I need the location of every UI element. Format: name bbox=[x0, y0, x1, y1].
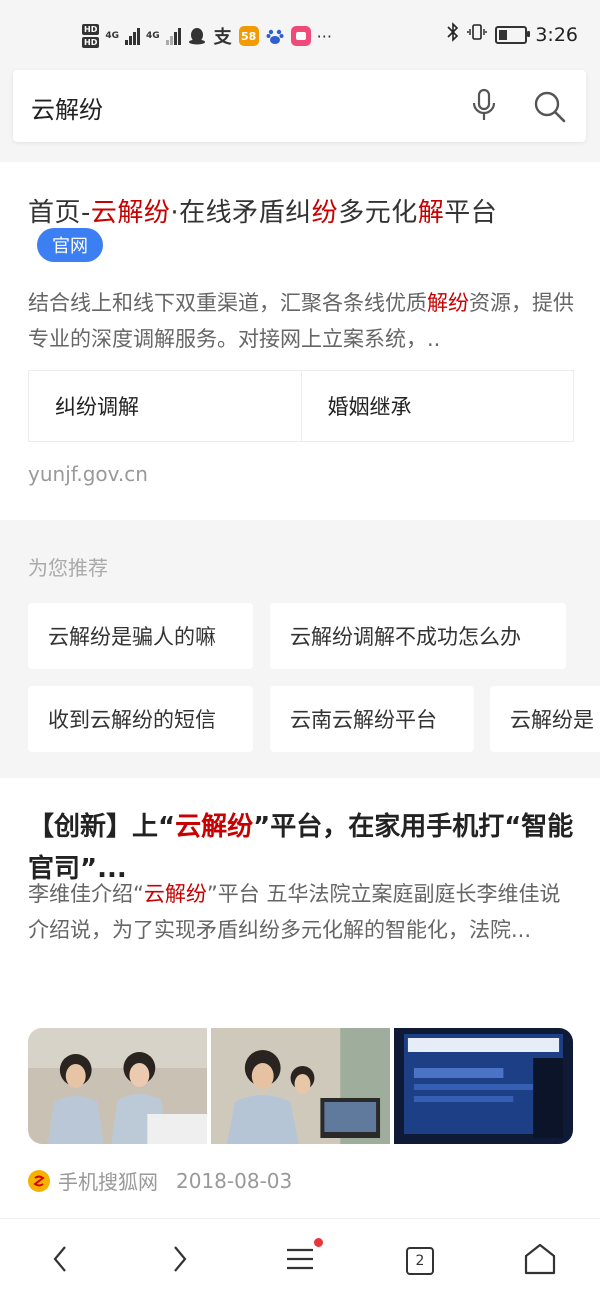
news-photo-officers[interactable] bbox=[28, 1028, 207, 1144]
news-photo-desk[interactable] bbox=[211, 1028, 390, 1144]
title-segment[interactable]: 多元化 bbox=[338, 198, 418, 228]
sitelink-dispute-mediation[interactable]: 纠纷调解 bbox=[29, 371, 301, 441]
tabs-button[interactable]: 2 bbox=[398, 1239, 442, 1283]
baidu-icon bbox=[265, 26, 285, 46]
sohu-logo-icon bbox=[28, 1169, 50, 1192]
network-type-2: 4G bbox=[146, 31, 160, 41]
qq-icon bbox=[187, 26, 207, 46]
status-left: HD HD 4G 4G 支 58 ··· bbox=[82, 18, 332, 54]
hd-indicator: HD HD bbox=[82, 24, 100, 48]
hd2-label: HD bbox=[82, 37, 100, 48]
app-icon bbox=[290, 26, 311, 46]
signal-icon bbox=[125, 27, 140, 45]
title-highlight[interactable]: 云解纷 bbox=[175, 812, 253, 842]
recommend-chip[interactable]: 云南云解纷平台 bbox=[270, 686, 474, 752]
tabs-icon: 2 bbox=[406, 1247, 434, 1275]
bottom-navigation: 2 bbox=[0, 1218, 600, 1301]
sitelink-marriage-inheritance[interactable]: 婚姻继承 bbox=[300, 371, 574, 441]
home-button[interactable] bbox=[518, 1239, 562, 1283]
back-icon bbox=[50, 1244, 70, 1278]
news-photo-screen[interactable] bbox=[394, 1028, 573, 1144]
title-segment[interactable]: 平台 bbox=[444, 198, 497, 228]
sitelinks: 纠纷调解 婚姻继承 bbox=[28, 370, 574, 442]
snippet-segment: 结合线上和线下双重渠道，汇聚各条线优质 bbox=[28, 291, 427, 315]
title-segment[interactable]: ·在线矛盾纠 bbox=[170, 198, 311, 228]
news-image-strip[interactable] bbox=[28, 1028, 573, 1144]
bluetooth-icon bbox=[447, 22, 459, 47]
source-name[interactable]: 手机搜狐网 bbox=[58, 1166, 158, 1195]
back-button[interactable] bbox=[38, 1239, 82, 1283]
title-highlight[interactable]: 解 bbox=[418, 198, 445, 228]
news-source: 手机搜狐网 2018-08-03 bbox=[28, 1166, 292, 1195]
58-icon: 58 bbox=[238, 26, 259, 46]
title-highlight[interactable]: 云解纷 bbox=[91, 198, 171, 228]
notification-dot bbox=[314, 1238, 323, 1247]
forward-icon bbox=[170, 1244, 190, 1278]
alipay-icon: 支 bbox=[213, 27, 232, 48]
menu-icon bbox=[285, 1238, 323, 1276]
news-snippet: 李维佳介绍“云解纷”平台 五华法院立案庭副庭长李维佳说介绍说，为了实现矛盾纠纷多… bbox=[28, 876, 576, 948]
publish-date: 2018-08-03 bbox=[176, 1168, 293, 1193]
search-box[interactable]: 云解纷 bbox=[13, 70, 586, 142]
menu-button[interactable] bbox=[278, 1238, 323, 1283]
official-site-badge: 官网 bbox=[37, 228, 103, 262]
forward-button[interactable] bbox=[158, 1239, 202, 1283]
tab-count: 2 bbox=[415, 1253, 425, 1269]
result-title[interactable]: 首页-云解纷·在线矛盾纠纷多元化解平台 bbox=[28, 192, 497, 229]
snippet-highlight: 云解纷 bbox=[143, 882, 207, 906]
recommend-chip[interactable]: 云解纷是骗人的嘛 bbox=[28, 603, 253, 669]
title-highlight[interactable]: 纷 bbox=[312, 198, 339, 228]
signal-icon bbox=[165, 27, 181, 45]
recommend-chip[interactable]: 云解纷调解不成功怎么办 bbox=[270, 603, 566, 669]
clock: 3:26 bbox=[535, 23, 578, 46]
title-segment[interactable]: 【创新】上“ bbox=[28, 812, 175, 842]
search-icon[interactable] bbox=[533, 90, 567, 128]
more-notifications-icon: ··· bbox=[316, 26, 332, 46]
home-icon bbox=[523, 1243, 557, 1279]
snippet-segment: 李维佳介绍“ bbox=[28, 882, 144, 906]
microphone-icon[interactable] bbox=[471, 88, 497, 126]
battery-icon bbox=[495, 25, 531, 44]
recommend-chip[interactable]: 云解纷是 bbox=[490, 686, 600, 752]
result-snippet: 结合线上和线下双重渠道，汇聚各条线优质解纷资源，提供专业的深度调解服务。对接网上… bbox=[28, 285, 576, 357]
hd1-label: HD bbox=[82, 24, 100, 35]
recommend-heading: 为您推荐 bbox=[28, 556, 108, 580]
result-url[interactable]: yunjf.gov.cn bbox=[28, 462, 148, 486]
title-segment[interactable]: 首页- bbox=[28, 198, 91, 228]
status-right: 3:26 bbox=[447, 22, 578, 47]
snippet-highlight: 解纷 bbox=[427, 291, 469, 315]
recommend-chip[interactable]: 收到云解纷的短信 bbox=[28, 686, 253, 752]
search-input[interactable]: 云解纷 bbox=[31, 90, 103, 125]
network-type-1: 4G bbox=[105, 31, 119, 41]
vibrate-icon bbox=[467, 22, 488, 47]
